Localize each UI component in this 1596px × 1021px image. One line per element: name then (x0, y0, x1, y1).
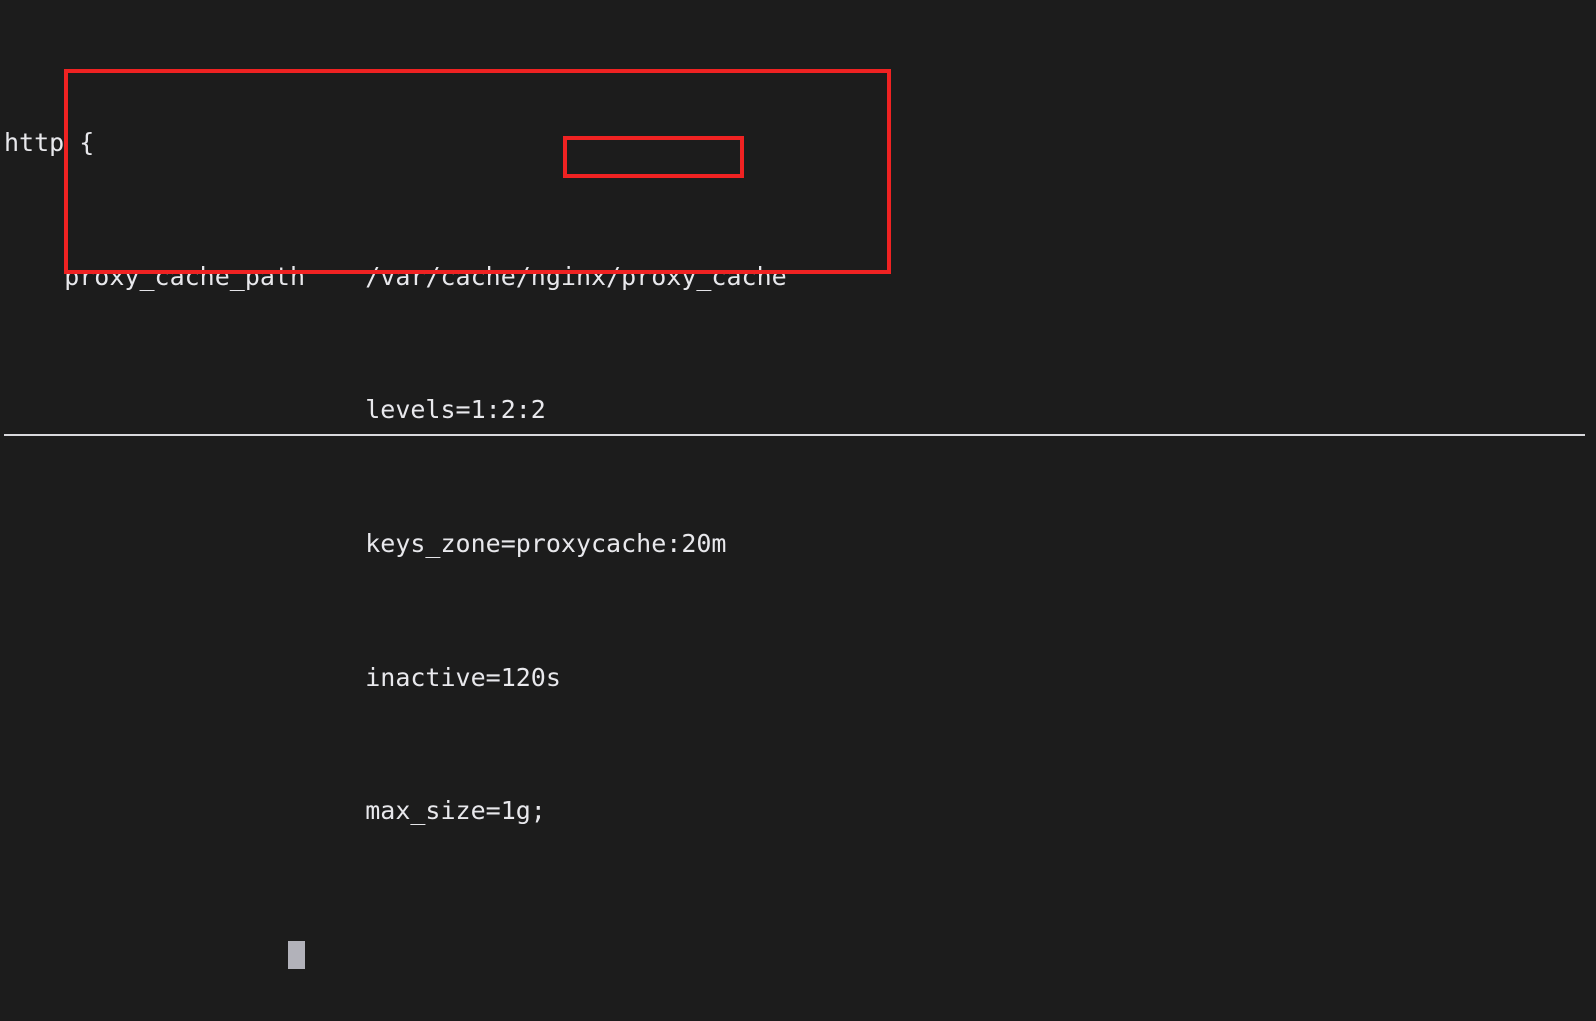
text: http { (4, 128, 94, 157)
keys-zone-prefix: keys_zone= (4, 529, 516, 558)
keys-zone-size: :20m (666, 529, 726, 558)
blank-line (4, 928, 1592, 961)
directive-proxy-cache-path: proxy_cache_path (4, 262, 305, 291)
proxy-cache-path-value: /var/cache/nginx/proxy_cache (305, 262, 787, 291)
config-line-keys-zone: keys_zone=proxycache:20m (4, 527, 1592, 560)
terminal-cursor (288, 941, 305, 969)
keys-zone-name: proxycache (516, 529, 667, 558)
config-line-levels: levels=1:2:2 (4, 393, 1592, 426)
screen-divider-line (4, 434, 1585, 436)
terminal-text-buffer: http { proxy_cache_path /var/cache/nginx… (4, 26, 1592, 1021)
config-line-max-size: max_size=1g; (4, 794, 1592, 827)
text: max_size=1g; (4, 796, 546, 825)
text: levels=1:2:2 (4, 395, 546, 424)
config-line-inactive: inactive=120s (4, 661, 1592, 694)
config-line-proxy-cache-path: proxy_cache_path /var/cache/nginx/proxy_… (4, 260, 1592, 293)
terminal-window[interactable]: http { proxy_cache_path /var/cache/nginx… (0, 0, 1596, 1021)
config-line-http-open: http { (4, 126, 1592, 159)
text: inactive=120s (4, 663, 561, 692)
